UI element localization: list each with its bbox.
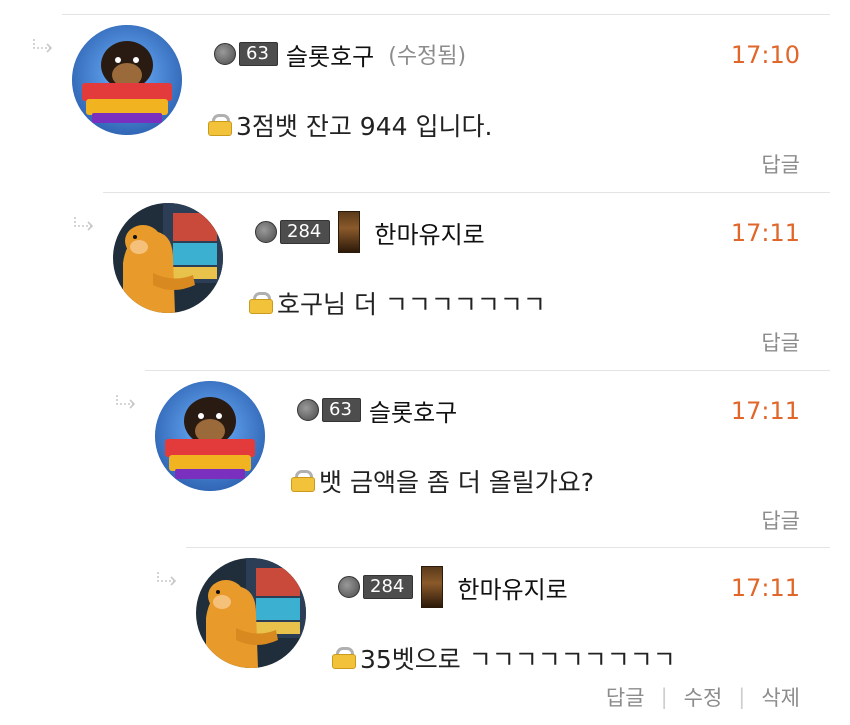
comment-text: 뱃 금액을 좀 더 올릴가요?: [319, 468, 595, 497]
comment-body: 35벳으로 ㄱㄱㄱㄱㄱㄱㄱㄱㄱ: [332, 640, 676, 676]
reply-arrow-icon: [33, 39, 53, 53]
reply-button[interactable]: 답글: [761, 327, 800, 357]
comment-header: 63 슬롯호구 (수정됨): [214, 37, 466, 71]
comment-body: 뱃 금액을 좀 더 올릴가요?: [291, 463, 594, 499]
comment-item: 63 슬롯호구 17:11 뱃 금액을 좀 더 올릴가요? 답글: [116, 370, 830, 548]
lock-icon: [291, 470, 315, 492]
comment-body: 3점뱃 잔고 944 입니다.: [208, 107, 492, 143]
level-gem-icon: [338, 576, 360, 598]
comment-text: 3점뱃 잔고 944 입니다.: [236, 112, 493, 141]
delete-button[interactable]: 삭제: [761, 682, 800, 712]
reply-arrow-icon: [157, 572, 177, 586]
edited-label: (수정됨): [388, 44, 467, 69]
level-badge: 63: [297, 397, 361, 423]
user-badge-icon: [421, 566, 444, 608]
action-separator: |: [738, 685, 746, 709]
author-name[interactable]: 슬롯호구: [369, 393, 457, 428]
level-gem-icon: [297, 399, 319, 421]
reply-button[interactable]: 답글: [761, 149, 800, 179]
comment-header: 63 슬롯호구: [297, 393, 457, 427]
comment-time: 17:10: [730, 41, 800, 69]
avatar[interactable]: [72, 25, 182, 135]
level-gem-icon: [214, 43, 236, 65]
author-name[interactable]: 슬롯호구: [286, 37, 374, 72]
comment-actions: 답글 | 수정 | 삭제: [606, 682, 800, 712]
level-badge: 284: [338, 574, 414, 600]
comment-header: 284 한마유지로: [338, 566, 568, 608]
action-separator: |: [660, 685, 668, 709]
level-badge: 284: [255, 219, 331, 245]
lock-icon: [249, 292, 273, 314]
avatar[interactable]: [155, 381, 265, 491]
comment-item: 284 한마유지로 17:11 호구님 더 ㄱㄱㄱㄱㄱㄱㄱ 답글: [74, 192, 830, 370]
reply-button[interactable]: 답글: [606, 682, 645, 712]
comment-actions: 답글: [761, 149, 800, 179]
edit-button[interactable]: 수정: [684, 682, 723, 712]
comment-body: 호구님 더 ㄱㄱㄱㄱㄱㄱㄱ: [249, 285, 546, 321]
comment-actions: 답글: [761, 327, 800, 357]
comment-header: 284 한마유지로: [255, 211, 485, 253]
level-gem-icon: [255, 221, 277, 243]
level-badge: 63: [214, 41, 278, 67]
comment-item: 63 슬롯호구 (수정됨) 17:10 3점뱃 잔고 944 입니다. 답글: [33, 15, 830, 192]
lock-icon: [332, 647, 356, 669]
comment-text: 35벳으로 ㄱㄱㄱㄱㄱㄱㄱㄱㄱ: [360, 645, 676, 674]
comment-item: 284 한마유지로 17:11 35벳으로 ㄱㄱㄱㄱㄱㄱㄱㄱㄱ 답글 | 수정 …: [157, 547, 830, 725]
reply-button[interactable]: 답글: [761, 505, 800, 535]
author-name[interactable]: 한마유지로: [457, 570, 567, 605]
comment-text: 호구님 더 ㄱㄱㄱㄱㄱㄱㄱ: [277, 290, 546, 319]
comment-actions: 답글: [761, 505, 800, 535]
user-badge-icon: [338, 211, 361, 253]
comment-time: 17:11: [730, 574, 800, 602]
comment-time: 17:11: [730, 219, 800, 247]
reply-arrow-icon: [116, 395, 136, 409]
comment-time: 17:11: [730, 397, 800, 425]
author-name[interactable]: 한마유지로: [374, 215, 484, 250]
lock-icon: [208, 114, 232, 136]
avatar[interactable]: [113, 203, 223, 313]
avatar[interactable]: [196, 558, 306, 668]
reply-arrow-icon: [74, 217, 94, 231]
